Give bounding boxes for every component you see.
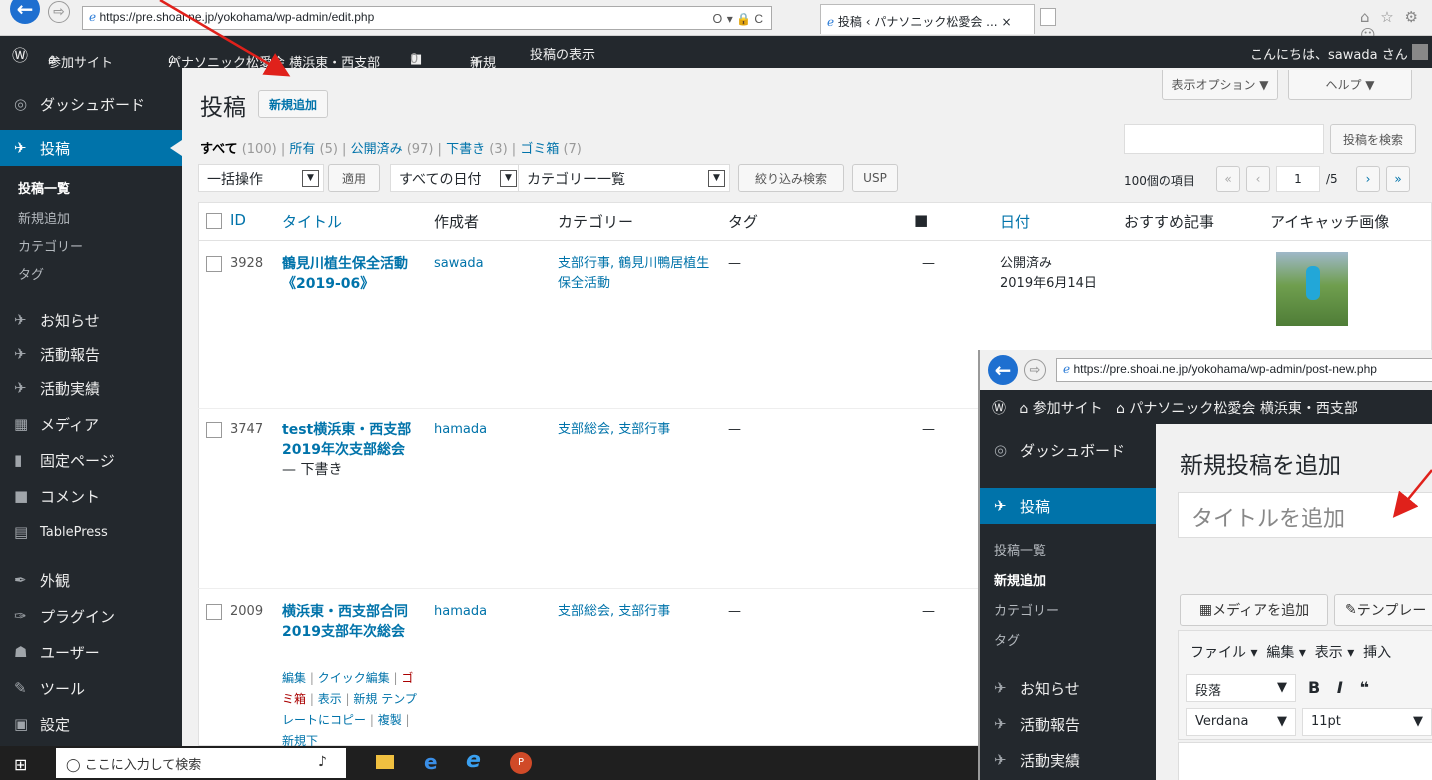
- arrow-to-add-new: [159, 0, 291, 77]
- annotation-arrows: [159, 0, 1432, 518]
- arrow-to-title-input: [1392, 469, 1432, 518]
